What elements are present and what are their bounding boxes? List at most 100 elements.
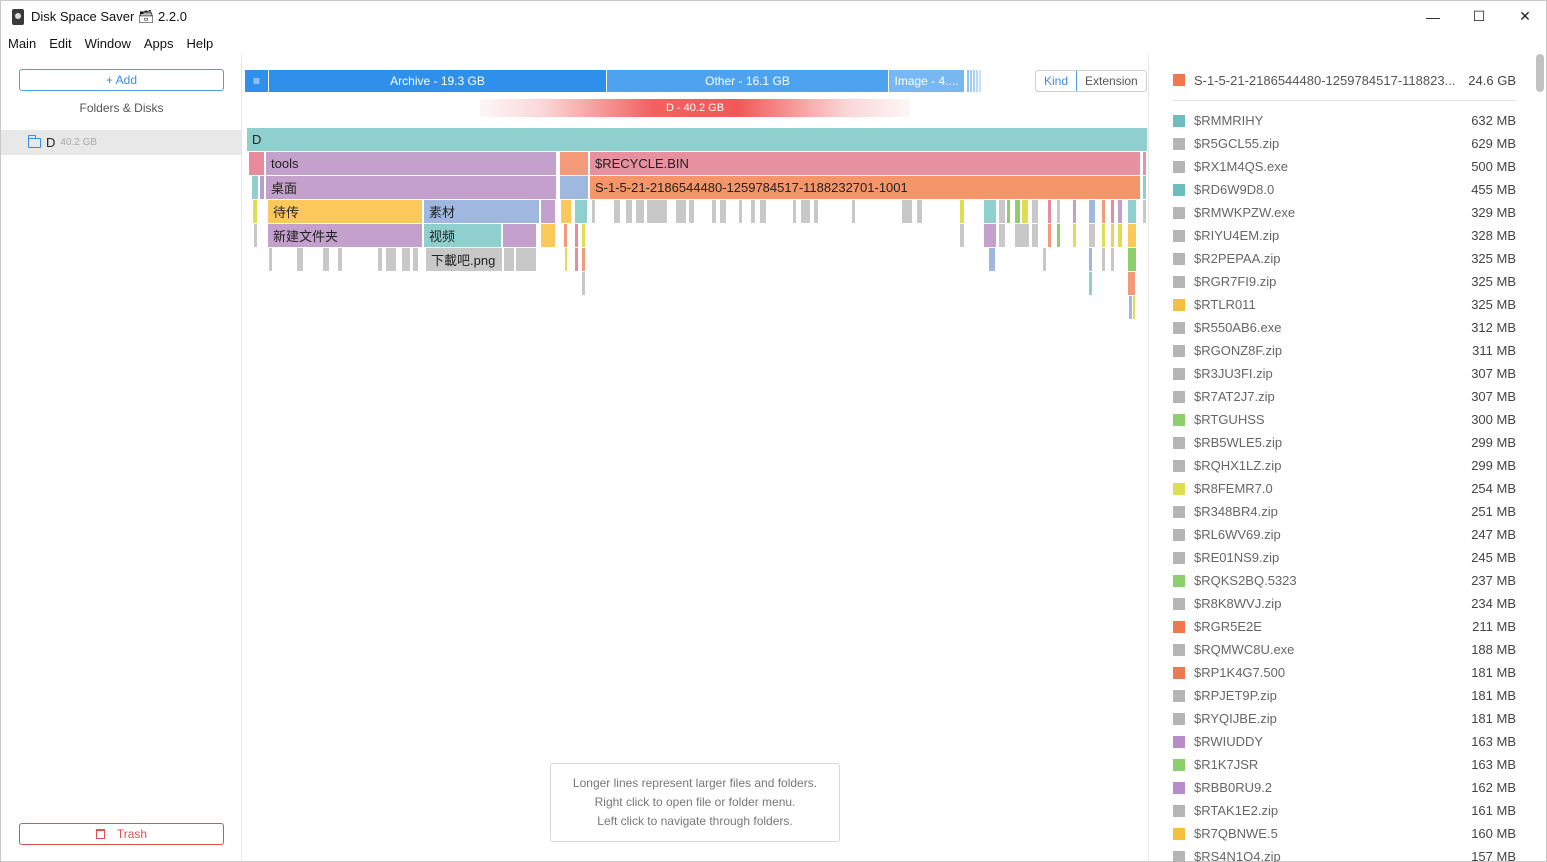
tree-node[interactable]	[254, 224, 257, 247]
tree-node[interactable]	[960, 224, 964, 247]
tree-node[interactable]	[323, 248, 329, 271]
selected-folder-item[interactable]: S-1-5-21-2186544480-1259784517-118823...…	[1173, 71, 1516, 89]
tree-node[interactable]	[560, 176, 588, 199]
file-list-item[interactable]: $RIYU4EM.zip 328 MB	[1173, 224, 1516, 247]
file-list-item[interactable]: $RPJET9P.zip 181 MB	[1173, 684, 1516, 707]
tree-node[interactable]	[269, 248, 272, 271]
tree-node[interactable]	[564, 224, 567, 247]
tree-node[interactable]	[1057, 200, 1060, 223]
tree-node[interactable]	[1089, 272, 1092, 295]
file-list-item[interactable]: $R8FEMR7.0 254 MB	[1173, 477, 1516, 500]
tree-node[interactable]	[1057, 224, 1060, 247]
tree-node[interactable]	[793, 200, 796, 223]
tree-node[interactable]	[852, 200, 855, 223]
tree-node[interactable]	[1048, 224, 1051, 247]
tree-node[interactable]	[801, 200, 810, 223]
tree-node-daichuan[interactable]: 待传	[268, 200, 422, 223]
file-list-item[interactable]: $RS4N1O4.zip 157 MB	[1173, 845, 1516, 862]
tree-node[interactable]	[1015, 200, 1020, 223]
file-list-item[interactable]: $RX1M4QS.exe 500 MB	[1173, 155, 1516, 178]
tree-node[interactable]	[252, 176, 258, 199]
tree-node[interactable]	[516, 248, 536, 271]
tree-node[interactable]	[989, 248, 995, 271]
file-list-item[interactable]: $RMMRIHY 632 MB	[1173, 109, 1516, 132]
tree-node[interactable]	[1118, 224, 1122, 247]
tree-node[interactable]	[1032, 200, 1038, 223]
file-list-item[interactable]: $R8K8WVJ.zip 234 MB	[1173, 592, 1516, 615]
tree-node[interactable]	[999, 224, 1005, 247]
tree-node[interactable]	[565, 248, 567, 271]
file-list-item[interactable]: $R550AB6.exe 312 MB	[1173, 316, 1516, 339]
tree-node[interactable]	[560, 152, 588, 175]
file-list-item[interactable]: $RGR7FI9.zip 325 MB	[1173, 270, 1516, 293]
tree-node[interactable]	[561, 200, 571, 223]
tree-node[interactable]	[1128, 272, 1135, 295]
file-list-item[interactable]: $R348BR4.zip 251 MB	[1173, 500, 1516, 523]
tree-node[interactable]	[1102, 248, 1105, 271]
file-list-item[interactable]: $RQHX1LZ.zip 299 MB	[1173, 454, 1516, 477]
tree-node[interactable]	[1128, 248, 1136, 271]
tree-node[interactable]	[636, 200, 644, 223]
tree-node[interactable]	[1111, 200, 1114, 223]
tree-node[interactable]	[1129, 296, 1132, 319]
tree-node[interactable]	[1089, 200, 1095, 223]
tree-node-sucai[interactable]: 素材	[424, 200, 539, 223]
tree-node[interactable]	[402, 248, 410, 271]
tree-node-shipin[interactable]: 视频	[424, 224, 501, 247]
tree-node-root[interactable]: D	[247, 128, 1147, 151]
tree-node[interactable]	[739, 200, 742, 223]
file-list-item[interactable]: $R2PEPAA.zip 325 MB	[1173, 247, 1516, 270]
file-list-item[interactable]: $RBB0RU9.2 162 MB	[1173, 776, 1516, 799]
tree-node[interactable]	[1128, 200, 1136, 223]
file-list-item[interactable]: $RGONZ8F.zip 311 MB	[1173, 339, 1516, 362]
tree-node[interactable]	[592, 200, 595, 223]
tree-node[interactable]	[984, 200, 996, 223]
menu-edit[interactable]: Edit	[49, 36, 71, 51]
menu-help[interactable]: Help	[186, 36, 213, 51]
minimize-button[interactable]: —	[1410, 1, 1456, 32]
tree-node[interactable]	[626, 200, 632, 223]
tree-node[interactable]	[582, 248, 585, 271]
tree-node[interactable]	[712, 200, 716, 223]
tree-node-desktop[interactable]: 桌面	[266, 176, 556, 199]
tree-node[interactable]	[720, 200, 726, 223]
file-list-item[interactable]: $RQMWC8U.exe 188 MB	[1173, 638, 1516, 661]
file-list-item[interactable]: $RE01NS9.zip 245 MB	[1173, 546, 1516, 569]
tree-node[interactable]	[676, 200, 686, 223]
tree-node[interactable]	[1032, 224, 1038, 247]
tree-node[interactable]	[253, 200, 257, 223]
file-list-item[interactable]: $RTGUHSS 300 MB	[1173, 408, 1516, 431]
sidebar-item-disk-d[interactable]: D 40.2 GB	[1, 130, 241, 155]
tree-node[interactable]	[1089, 224, 1095, 247]
tree-node[interactable]	[814, 200, 818, 223]
close-button[interactable]: ✕	[1502, 1, 1547, 32]
tree-node[interactable]	[1015, 224, 1029, 247]
tree-node[interactable]	[984, 224, 996, 247]
tree-node[interactable]	[1073, 224, 1076, 247]
tree-node[interactable]	[1048, 200, 1051, 223]
tree-node[interactable]	[582, 224, 585, 247]
tree-node[interactable]	[1143, 176, 1146, 199]
file-list-item[interactable]: $R7QBNWE.5 160 MB	[1173, 822, 1516, 845]
menu-apps[interactable]: Apps	[144, 36, 174, 51]
file-list-item[interactable]: $RTLR011 325 MB	[1173, 293, 1516, 316]
scrollbar-thumb[interactable]	[1536, 54, 1544, 92]
tree-node[interactable]	[1007, 200, 1010, 223]
tree-node[interactable]	[575, 200, 587, 223]
tree-node[interactable]	[1102, 200, 1105, 223]
tree-node[interactable]	[689, 200, 694, 223]
tree-node[interactable]	[413, 248, 418, 271]
tree-node-new-folder[interactable]: 新建文件夹	[268, 224, 422, 247]
file-list-item[interactable]: $R5GCL55.zip 629 MB	[1173, 132, 1516, 155]
tree-node[interactable]	[1133, 296, 1135, 319]
tree-node[interactable]	[575, 248, 578, 271]
maximize-button[interactable]: ☐	[1456, 1, 1502, 32]
file-list-item[interactable]: $RD6W9D8.0 455 MB	[1173, 178, 1516, 201]
file-list-item[interactable]: $RB5WLE5.zip 299 MB	[1173, 431, 1516, 454]
tree-node[interactable]	[338, 248, 342, 271]
tree-node[interactable]	[647, 200, 667, 223]
tree-node[interactable]	[1073, 200, 1076, 223]
tree-node[interactable]	[1143, 152, 1146, 175]
tree-node[interactable]	[902, 200, 912, 223]
tree-node[interactable]	[503, 224, 536, 247]
